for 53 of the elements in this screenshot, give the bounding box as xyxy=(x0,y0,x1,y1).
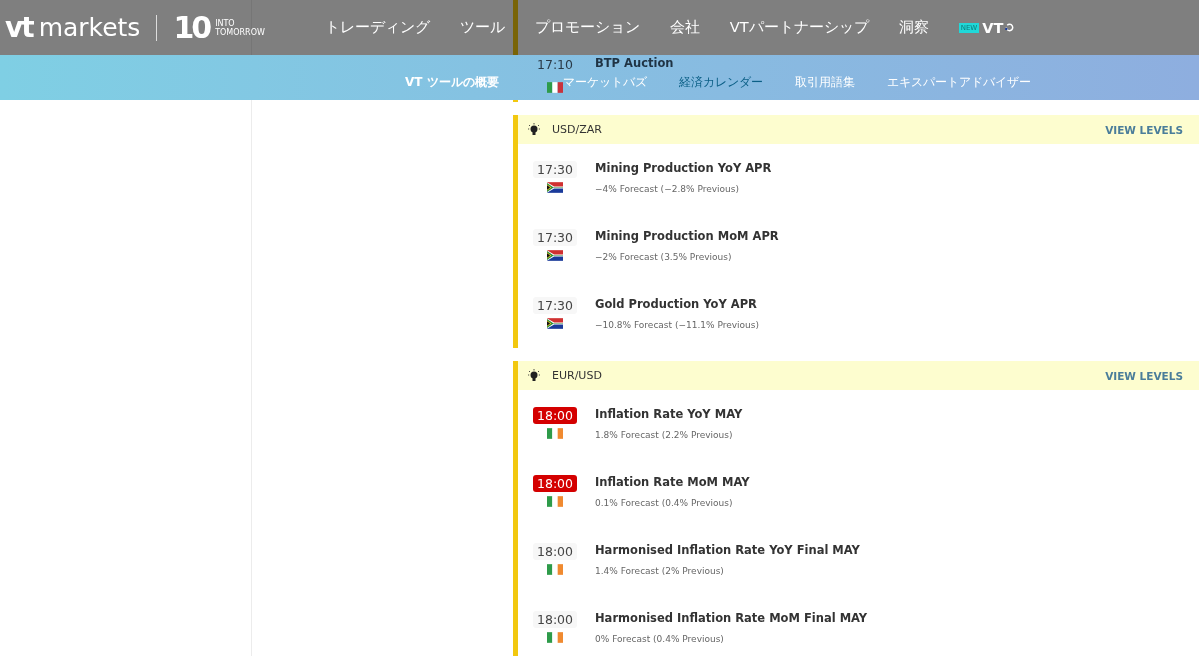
logo-text[interactable]: markets xyxy=(38,13,141,42)
forecast-text: 1.4% Forecast (2% Previous) xyxy=(595,566,725,576)
event-time: 18:00 xyxy=(533,611,577,628)
loading-icon xyxy=(1004,22,1016,33)
event-time: 17:30 xyxy=(533,297,577,314)
event-title: Mining Production MoM APR xyxy=(595,229,779,243)
flag-icon xyxy=(547,250,563,261)
event-time: 17:10 xyxy=(536,56,574,73)
subnav-tab[interactable]: 経済カレンダー xyxy=(678,74,763,91)
tagline-text: INTO xyxy=(215,18,236,28)
flag-icon xyxy=(547,428,563,439)
currency-pair: EUR/USD xyxy=(552,369,602,382)
nav-item[interactable]: トレーディング xyxy=(324,18,430,37)
flag-icon xyxy=(547,82,563,93)
view-levels-link[interactable]: VIEW LEVELS xyxy=(1105,369,1183,382)
event-title: Inflation Rate YoY MAY xyxy=(595,407,743,421)
nav-item[interactable]: 洞察 xyxy=(898,18,929,37)
currency-pair: USD/ZAR xyxy=(552,123,602,136)
event-title: Mining Production YoY APR xyxy=(595,161,772,175)
forecast-text: 0% Forecast (0.4% Previous) xyxy=(595,634,725,644)
event-time: 18:00 xyxy=(533,543,577,560)
anniversary-number: 10 xyxy=(173,10,210,45)
event-title: Harmonised Inflation Rate MoM Final MAY xyxy=(595,611,868,625)
flag-icon xyxy=(547,564,563,575)
event-title: BTP Auction xyxy=(595,56,674,70)
event-title: Harmonised Inflation Rate YoY Final MAY xyxy=(595,543,860,557)
tagline-text: TOMORROW xyxy=(215,27,265,37)
nav-item[interactable]: VT xyxy=(982,19,1004,36)
event-title: Gold Production YoY APR xyxy=(595,297,758,311)
forecast-text: −2% Forecast (3.5% Previous) xyxy=(595,252,733,262)
lightbulb-icon xyxy=(528,122,540,137)
subnav-tab[interactable]: 取引用語集 xyxy=(794,74,855,91)
lightbulb-icon xyxy=(528,368,540,383)
nav-item[interactable]: ツール xyxy=(459,18,505,37)
forecast-text: −10.8% Forecast (−11.1% Previous) xyxy=(595,320,759,330)
flag-icon xyxy=(547,632,563,643)
forecast-text: 1.8% Forecast (2.2% Previous) xyxy=(595,430,734,440)
nav-item[interactable]: VTパートナーシップ xyxy=(729,18,869,37)
nav-item[interactable]: プロモーション xyxy=(534,18,640,37)
view-levels-link[interactable]: VIEW LEVELS xyxy=(1105,123,1183,136)
flag-icon xyxy=(547,496,563,507)
event-title: Inflation Rate MoM MAY xyxy=(595,475,750,489)
logo-mark[interactable]: vt xyxy=(5,11,33,44)
flag-icon xyxy=(547,318,563,329)
forecast-text: 0.1% Forecast (0.4% Previous) xyxy=(595,498,734,508)
event-time: 18:00 xyxy=(533,475,577,492)
forecast-text: −4% Forecast (−2.8% Previous) xyxy=(595,184,740,194)
nav-item[interactable]: 会社 xyxy=(669,18,700,37)
event-time: 17:30 xyxy=(533,229,577,246)
event-time: 17:30 xyxy=(533,161,577,178)
subnav-tab[interactable]: エキスパートアドバイザー xyxy=(886,74,1031,91)
event-time: 18:00 xyxy=(533,407,577,424)
flag-icon xyxy=(547,182,563,193)
